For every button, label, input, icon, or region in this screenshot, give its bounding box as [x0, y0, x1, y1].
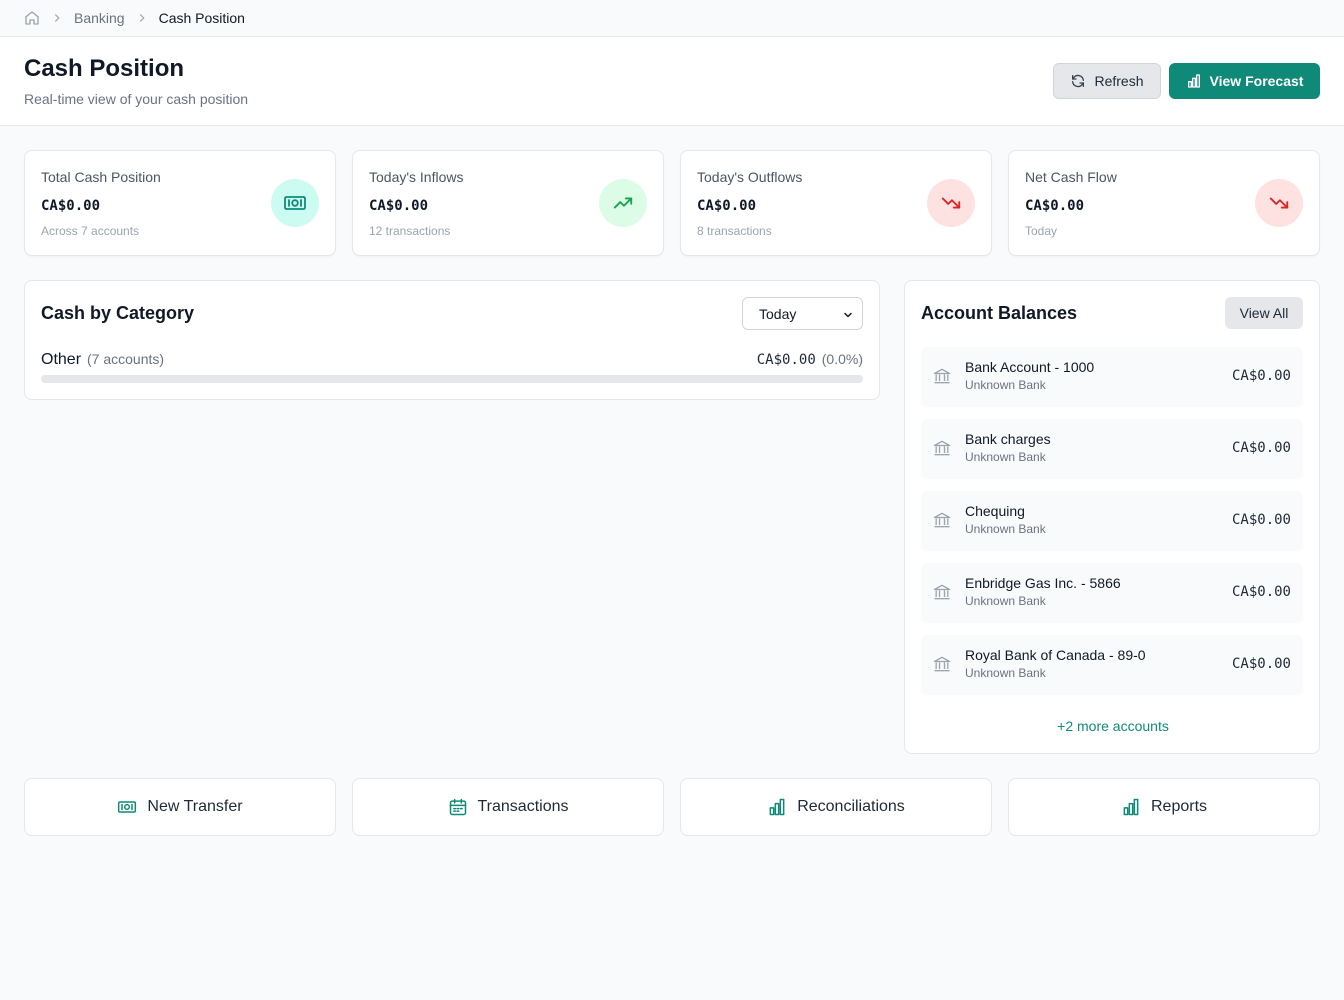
account-name: Bank charges — [965, 431, 1051, 447]
reports-label: Reports — [1150, 798, 1208, 815]
stat-value: CA$0.00 — [41, 198, 101, 214]
stat-sub: Today — [1025, 224, 1058, 238]
more-accounts-link[interactable]: +2 more accounts — [905, 718, 1321, 734]
transactions-button[interactable]: Transactions — [352, 778, 664, 836]
account-bank: Unknown Bank — [965, 522, 1046, 536]
stat-card-inflows: Today's Inflows CA$0.00 12 transactions — [352, 150, 664, 256]
account-amount: CA$0.00 — [1231, 656, 1291, 672]
reports-button[interactable]: Reports — [1008, 778, 1320, 836]
category-name: Other — [41, 351, 82, 368]
account-name: Enbridge Gas Inc. - 5866 — [965, 575, 1121, 591]
stat-label: Today's Inflows — [369, 169, 464, 185]
cash-icon — [271, 179, 319, 227]
view-all-button[interactable]: View All — [1225, 297, 1303, 329]
breadcrumb-banking[interactable]: Banking — [74, 10, 125, 26]
breadcrumb: Banking Cash Position — [0, 0, 1344, 37]
stat-sub: Across 7 accounts — [41, 224, 140, 238]
account-balances-card: Account Balances View All Bank Account -… — [904, 280, 1320, 754]
trending-down-icon — [1255, 179, 1303, 227]
account-amount: CA$0.00 — [1231, 440, 1291, 456]
category-row-name: Other (7 accounts) — [41, 351, 164, 369]
account-amount: CA$0.00 — [1231, 368, 1291, 384]
account-row[interactable]: Bank Account - 1000 Unknown Bank CA$0.00 — [921, 347, 1303, 407]
stat-value: CA$0.00 — [369, 198, 429, 214]
account-amount: CA$0.00 — [1231, 512, 1291, 528]
category-row-value: CA$0.00 (0.0%) — [757, 351, 863, 368]
refresh-label: Refresh — [1094, 73, 1144, 89]
account-name: Royal Bank of Canada - 89-0 — [965, 647, 1146, 663]
bar-chart-icon — [767, 797, 787, 817]
account-row[interactable]: Bank charges Unknown Bank CA$0.00 — [921, 419, 1303, 479]
account-name: Bank Account - 1000 — [965, 359, 1095, 375]
account-bank: Unknown Bank — [965, 450, 1046, 464]
refresh-icon — [1070, 73, 1086, 89]
account-bank: Unknown Bank — [965, 666, 1046, 680]
category-value: CA$0.00 — [756, 352, 816, 368]
cash-icon — [117, 797, 137, 817]
stat-value: CA$0.00 — [697, 198, 757, 214]
bank-icon — [932, 510, 952, 535]
bank-icon — [932, 366, 952, 391]
reconciliations-label: Reconciliations — [797, 798, 905, 815]
trending-down-icon — [927, 179, 975, 227]
stat-label: Today's Outflows — [697, 169, 803, 185]
breadcrumb-current: Cash Position — [158, 10, 245, 26]
account-row[interactable]: Chequing Unknown Bank CA$0.00 — [921, 491, 1303, 551]
category-count: (7 accounts) — [87, 351, 165, 367]
account-name: Chequing — [965, 503, 1025, 519]
bank-icon — [932, 438, 952, 463]
chevron-right-icon — [135, 11, 149, 25]
bar-chart-icon — [1121, 797, 1141, 817]
transactions-label: Transactions — [477, 798, 569, 815]
period-select[interactable]: Today — [742, 297, 863, 330]
chevron-right-icon — [50, 11, 64, 25]
cash-by-category-card: Cash by Category Today Other (7 accounts)… — [24, 280, 880, 400]
stat-card-outflows: Today's Outflows CA$0.00 8 transactions — [680, 150, 992, 256]
stat-label: Total Cash Position — [41, 169, 161, 185]
category-percent: (0.0%) — [821, 351, 863, 367]
account-bank: Unknown Bank — [965, 594, 1046, 608]
page-title: Cash Position — [24, 55, 185, 82]
trending-up-icon — [599, 179, 647, 227]
bar-chart-icon — [1186, 73, 1202, 89]
stat-value: CA$0.00 — [1025, 198, 1085, 214]
view-forecast-button[interactable]: View Forecast — [1169, 63, 1320, 99]
stat-card-total-cash: Total Cash Position CA$0.00 Across 7 acc… — [24, 150, 336, 256]
refresh-button[interactable]: Refresh — [1053, 63, 1161, 99]
stat-sub: 12 transactions — [369, 224, 451, 238]
card-title: Cash by Category — [41, 303, 195, 323]
account-bank: Unknown Bank — [965, 378, 1046, 392]
chevron-down-icon — [842, 308, 854, 324]
view-forecast-label: View Forecast — [1209, 73, 1304, 89]
bank-icon — [932, 582, 952, 607]
category-progress-bar — [41, 375, 863, 383]
bank-icon — [932, 654, 952, 679]
new-transfer-button[interactable]: New Transfer — [24, 778, 336, 836]
stat-card-net-flow: Net Cash Flow CA$0.00 Today — [1008, 150, 1320, 256]
stat-sub: 8 transactions — [697, 224, 772, 238]
home-icon[interactable] — [24, 10, 40, 26]
account-row[interactable]: Enbridge Gas Inc. - 5866 Unknown Bank CA… — [921, 563, 1303, 623]
calendar-icon — [448, 797, 468, 817]
page-header: Cash Position Real-time view of your cas… — [0, 37, 1344, 126]
reconciliations-button[interactable]: Reconciliations — [680, 778, 992, 836]
period-select-value: Today — [759, 305, 797, 322]
new-transfer-label: New Transfer — [147, 798, 243, 815]
account-row[interactable]: Royal Bank of Canada - 89-0 Unknown Bank… — [921, 635, 1303, 695]
card-title: Account Balances — [921, 303, 1078, 323]
stat-label: Net Cash Flow — [1025, 169, 1117, 185]
account-amount: CA$0.00 — [1231, 584, 1291, 600]
page-subtitle: Real-time view of your cash position — [24, 91, 249, 107]
